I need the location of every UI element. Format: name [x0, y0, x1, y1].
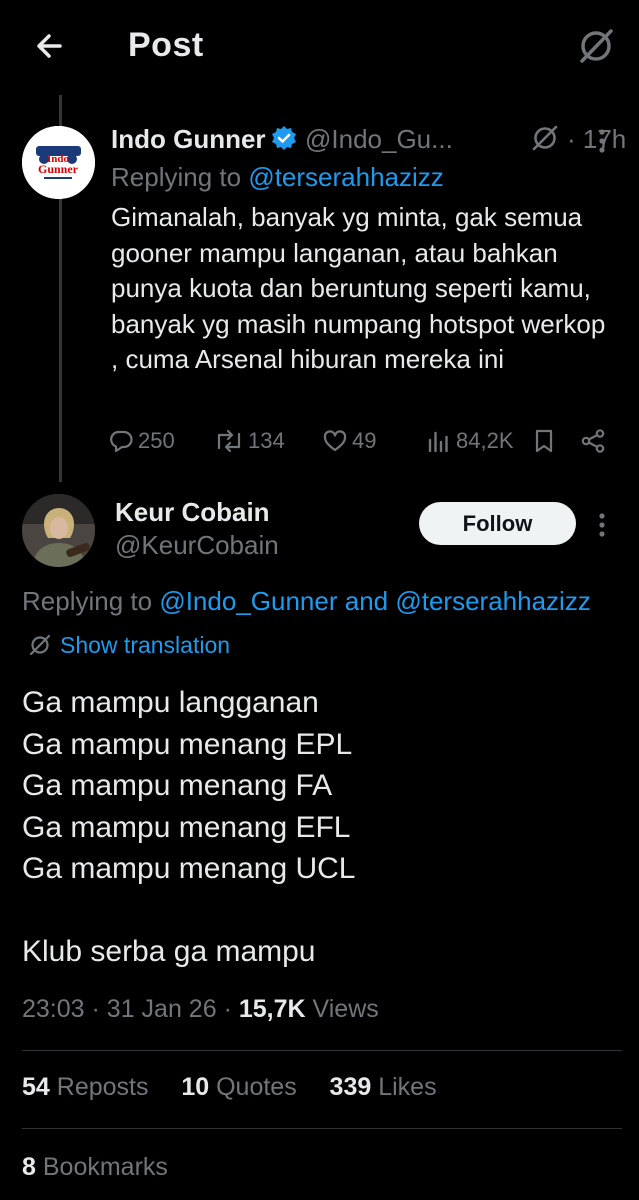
tweet-meta: 23:03 · 31 Jan 26 · 15,7K Views [22, 995, 379, 1023]
arrow-left-icon[interactable] [30, 26, 70, 66]
tweet-line: Ga mampu menang FA [22, 769, 333, 802]
tweet-line: Ga mampu menang EPL [22, 727, 353, 761]
views-button[interactable]: 84,2K [426, 428, 514, 454]
profile-photo [22, 494, 95, 567]
share-button[interactable] [580, 428, 606, 454]
repost-button[interactable]: 134 [214, 428, 285, 454]
follow-button[interactable]: Follow [419, 502, 576, 545]
bookmark-button[interactable] [531, 428, 557, 454]
like-count: 49 [352, 428, 377, 453]
more-options-icon[interactable] [592, 510, 612, 540]
more-options-icon[interactable] [592, 126, 612, 156]
tweet-line: Ga mampu menang EFL [22, 810, 351, 844]
heart-icon [323, 430, 347, 452]
reply-count: 250 [138, 428, 175, 453]
views-count: 15,7K [238, 995, 306, 1023]
display-name[interactable]: Keur Cobain [115, 497, 270, 528]
views-icon [428, 431, 448, 453]
replying-to: Replying to @terserahhazizz [111, 162, 444, 192]
divider [22, 1128, 622, 1129]
like-button[interactable]: 49 [322, 428, 376, 454]
svg-text:Gunner: Gunner [38, 162, 79, 176]
display-name[interactable]: Indo Gunner [111, 124, 266, 155]
handle[interactable]: @KeurCobain [115, 530, 279, 561]
reposts-stat[interactable]: 54 Reposts [22, 1073, 154, 1101]
views-count: 84,2K [456, 428, 514, 453]
tweet-text: Gimanalah, banyak yg minta, gak semua go… [111, 202, 606, 374]
show-translation-button[interactable]: Show translation [28, 630, 230, 660]
tweet-date[interactable]: 31 Jan 26 [107, 995, 217, 1023]
share-icon [581, 429, 605, 453]
grok-icon[interactable] [530, 123, 560, 153]
mention-link[interactable]: @terserahhazizz [395, 586, 590, 616]
engagement-stats: 54 Reposts 10 Quotes 339 Likes [22, 1073, 449, 1102]
quotes-stat[interactable]: 10 Quotes [181, 1073, 302, 1101]
tweet-line: Ga mampu menang UCL [22, 852, 356, 885]
avatar[interactable]: Indo Gunner [22, 126, 95, 199]
grok-icon [29, 634, 51, 656]
reply-button[interactable]: 250 [108, 428, 175, 454]
avatar[interactable] [22, 494, 95, 567]
tweet-actions: 250 134 49 84,2K [108, 424, 613, 462]
tweet-line: Ga mampu langganan [22, 686, 319, 719]
tweet-time[interactable]: 23:03 [22, 995, 85, 1023]
bookmarks-stat[interactable]: 8 Bookmarks [22, 1153, 168, 1182]
reply-icon [110, 430, 133, 453]
grok-icon[interactable] [576, 26, 616, 66]
repost-count: 134 [248, 428, 285, 453]
tweet-line: Klub serba ga mampu [22, 935, 316, 968]
indo-gunner-logo: Indo Gunner [22, 126, 95, 199]
likes-stat[interactable]: 339 Likes [330, 1073, 443, 1101]
verified-badge-icon [271, 125, 297, 151]
replying-to: Replying to @Indo_Gunner and @terserahha… [22, 586, 591, 616]
mention-link[interactable]: @Indo_Gunner [159, 586, 337, 616]
divider [22, 1050, 622, 1051]
views-label: Views [312, 995, 379, 1023]
tweet-text: Ga mampu langganan Ga mampu menang EPL G… [22, 682, 622, 973]
top-bar: Post [0, 0, 639, 92]
mention-link[interactable]: @terserahhazizz [248, 162, 443, 192]
bookmark-icon [535, 429, 553, 453]
repost-icon [217, 429, 241, 453]
handle[interactable]: @Indo_Gu... [305, 124, 453, 155]
page-title: Post [128, 26, 204, 64]
